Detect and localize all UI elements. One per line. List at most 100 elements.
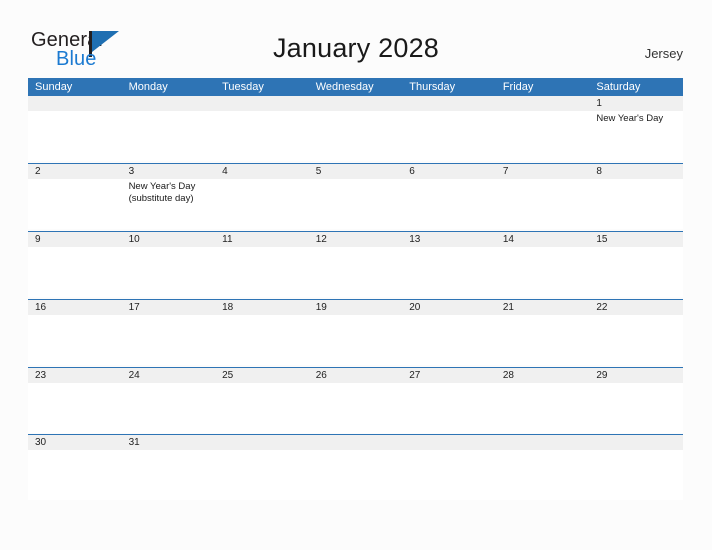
- week-date-band: 1: [28, 96, 683, 111]
- day-number[interactable]: 17: [122, 300, 216, 315]
- day-events-empty: [122, 111, 216, 161]
- day-number[interactable]: 11: [215, 232, 309, 247]
- page-header: General Blue January 2028 Jersey: [0, 0, 712, 78]
- day-number[interactable]: 12: [309, 232, 403, 247]
- day-events-empty: [28, 179, 122, 229]
- calendar-weeks: 1 New Year's Day 2 3 4 5 6 7 8 New Year's Day (sub…: [28, 96, 683, 502]
- day-number[interactable]: 18: [215, 300, 309, 315]
- day-events-empty: [309, 179, 403, 229]
- day-events[interactable]: New Year's Day: [589, 111, 683, 161]
- weekday-header-monday: Monday: [128, 81, 168, 93]
- calendar-week-row: 30 31: [28, 434, 683, 502]
- day-events-empty: [215, 450, 309, 500]
- week-date-band: 23 24 25 26 27 28 29: [28, 367, 683, 383]
- weekday-header-tuesday: Tuesday: [222, 81, 264, 93]
- day-events-empty: [496, 450, 590, 500]
- day-events[interactable]: New Year's Day (substitute day): [122, 179, 216, 229]
- day-events-empty: [122, 315, 216, 365]
- day-number-empty: [309, 435, 403, 450]
- day-number[interactable]: 2: [28, 164, 122, 179]
- day-number[interactable]: 9: [28, 232, 122, 247]
- day-number[interactable]: 27: [402, 368, 496, 383]
- day-number[interactable]: 7: [496, 164, 590, 179]
- day-number[interactable]: 19: [309, 300, 403, 315]
- day-events-empty: [402, 179, 496, 229]
- day-number-empty: [496, 435, 590, 450]
- day-number-empty: [402, 435, 496, 450]
- day-number[interactable]: 26: [309, 368, 403, 383]
- day-events-empty: [496, 111, 590, 161]
- day-events-empty: [215, 111, 309, 161]
- weekday-header-row: Sunday Monday Tuesday Wednesday Thursday…: [28, 78, 683, 96]
- day-number[interactable]: 30: [28, 435, 122, 450]
- day-events-empty: [402, 383, 496, 433]
- weekday-header-thursday: Thursday: [409, 81, 456, 93]
- location-label: Jersey: [644, 46, 683, 61]
- day-number-empty: [28, 96, 122, 111]
- day-events-empty: [122, 383, 216, 433]
- day-number[interactable]: 28: [496, 368, 590, 383]
- day-number-empty: [122, 96, 216, 111]
- weekday-header-wednesday: Wednesday: [315, 81, 374, 93]
- week-event-band: New Year's Day: [28, 111, 683, 161]
- day-events-empty: [589, 315, 683, 365]
- day-events-empty: [309, 111, 403, 161]
- day-number[interactable]: 4: [215, 164, 309, 179]
- day-number[interactable]: 20: [402, 300, 496, 315]
- calendar-week-row: 16 17 18 19 20 21 22: [28, 298, 683, 367]
- day-number[interactable]: 31: [122, 435, 216, 450]
- day-events-empty: [309, 247, 403, 297]
- day-number[interactable]: 13: [402, 232, 496, 247]
- day-events-empty: [215, 179, 309, 229]
- day-events-empty: [496, 383, 590, 433]
- day-number[interactable]: 21: [496, 300, 590, 315]
- day-number[interactable]: 6: [402, 164, 496, 179]
- day-events-empty: [122, 247, 216, 297]
- day-events-empty: [402, 450, 496, 500]
- week-date-band: 30 31: [28, 435, 683, 451]
- day-number[interactable]: 24: [122, 368, 216, 383]
- week-event-band: [28, 382, 683, 433]
- day-events-empty: [28, 111, 122, 161]
- day-number[interactable]: 23: [28, 368, 122, 383]
- day-events-empty: [122, 450, 216, 500]
- day-number[interactable]: 1: [589, 96, 683, 111]
- calendar-grid: Sunday Monday Tuesday Wednesday Thursday…: [28, 78, 683, 502]
- day-events-empty: [496, 315, 590, 365]
- calendar-week-row: 2 3 4 5 6 7 8 New Year's Day (substitute day): [28, 162, 683, 231]
- day-events-empty: [589, 247, 683, 297]
- week-event-band: [28, 246, 683, 297]
- day-events-empty: [402, 111, 496, 161]
- day-events-empty: [309, 450, 403, 500]
- calendar-week-row: 9 10 11 12 13 14 15: [28, 230, 683, 299]
- day-number[interactable]: 3: [122, 164, 216, 179]
- day-number[interactable]: 29: [589, 368, 683, 383]
- weekday-header-friday: Friday: [502, 81, 534, 93]
- day-number[interactable]: 8: [589, 164, 683, 179]
- day-number[interactable]: 14: [496, 232, 590, 247]
- week-date-band: 2345678: [28, 163, 683, 179]
- calendar-week-row: 1 New Year's Day: [28, 96, 683, 163]
- day-events-empty: [28, 247, 122, 297]
- weekday-header-sunday: Sunday: [35, 81, 73, 93]
- week-event-band: New Year's Day (substitute day): [28, 178, 683, 229]
- day-number[interactable]: 16: [28, 300, 122, 315]
- day-events-empty: [496, 247, 590, 297]
- event-label: New Year's Day: [128, 180, 196, 192]
- week-event-band: [28, 314, 683, 365]
- day-number[interactable]: 15: [589, 232, 683, 247]
- day-number[interactable]: 25: [215, 368, 309, 383]
- day-events-empty: [215, 247, 309, 297]
- day-number[interactable]: 10: [122, 232, 216, 247]
- day-events-empty: [496, 179, 590, 229]
- day-events-empty: [28, 383, 122, 433]
- day-number[interactable]: 22: [589, 300, 683, 315]
- day-number-empty: [402, 96, 496, 111]
- day-number-empty: [215, 96, 309, 111]
- day-number[interactable]: 5: [309, 164, 403, 179]
- day-events-empty: [402, 247, 496, 297]
- day-events-empty: [215, 315, 309, 365]
- page-title: January 2028: [272, 33, 440, 63]
- event-label: (substitute day): [128, 193, 194, 205]
- week-date-band: 16 17 18 19 20 21 22: [28, 299, 683, 315]
